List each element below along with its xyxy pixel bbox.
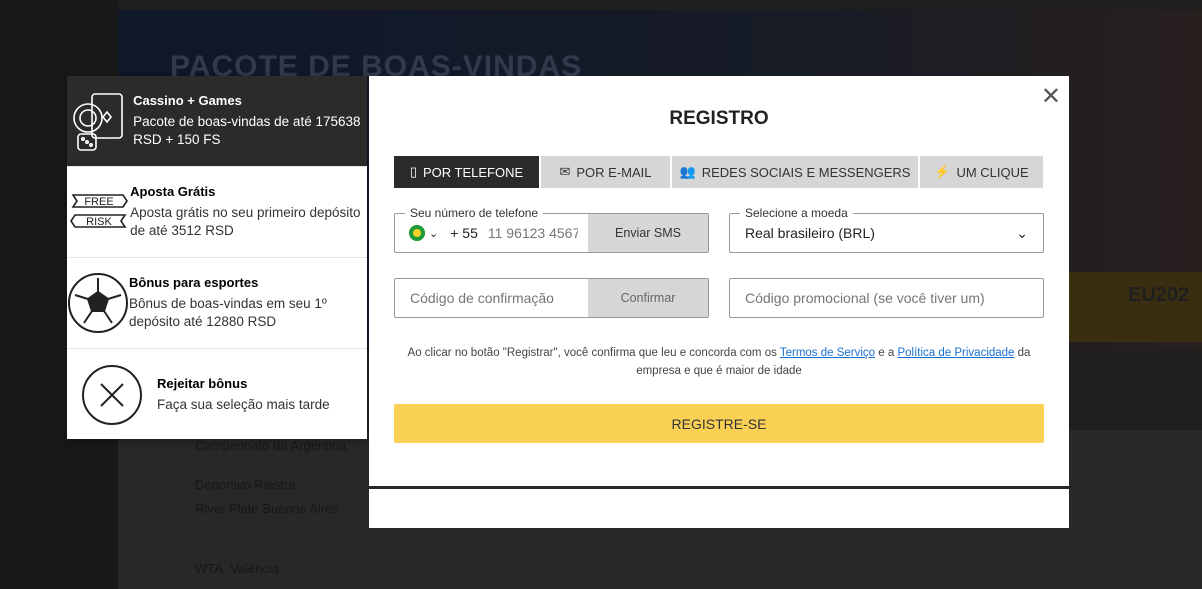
tab-label: POR TELEFONE — [422, 164, 524, 180]
tab-phone[interactable]: ▯ POR TELEFONE — [394, 156, 539, 188]
currency-value: Real brasileiro (BRL) — [745, 225, 875, 241]
bonus-title: Cassino + Games — [133, 93, 242, 108]
users-icon: 👥 — [679, 164, 696, 179]
registration-tabs: ▯ POR TELEFONE ✉ POR E-MAIL 👥 REDES SOCIAIS… — [394, 156, 1043, 188]
soccer-ball-icon — [67, 272, 129, 334]
bonus-free-bet[interactable]: FREE RISK Aposta Grátis Aposta grátis no s… — [67, 167, 367, 258]
promo-code-field — [729, 278, 1044, 318]
brazil-flag-icon — [409, 225, 425, 241]
bonus-desc: Aposta grátis no seu primeiro depósito d… — [130, 205, 361, 238]
tab-label: REDES SOCIAIS E MESSENGERS — [701, 164, 911, 180]
country-code: + 55 — [450, 225, 478, 241]
modal-title: REGISTRO — [669, 108, 769, 129]
bonus-desc: Pacote de boas-vindas de até 175638 RSD … — [133, 114, 361, 147]
bonus-panel: Cassino + Games Pacote de boas-vindas de … — [67, 76, 367, 439]
terms-link[interactable]: Termos de Serviço — [780, 347, 875, 359]
envelope-icon: ✉ — [559, 164, 571, 179]
bonus-casino[interactable]: Cassino + Games Pacote de boas-vindas de … — [67, 76, 367, 167]
send-sms-button[interactable]: Enviar SMS — [588, 214, 708, 252]
lightning-icon: ⚡ — [934, 164, 951, 179]
privacy-link[interactable]: Política de Privacidade — [897, 347, 1014, 359]
terms-pre: Ao clicar no botão "Registrar", você con… — [407, 347, 780, 359]
tab-label: POR E-MAIL — [576, 164, 652, 180]
phone-icon: ▯ — [409, 164, 417, 179]
chevron-down-icon: ⌄ — [1016, 224, 1028, 241]
confirmation-code-field: Confirmar — [394, 278, 709, 318]
chevron-down-icon: ⌄ — [429, 227, 439, 240]
casino-icon — [67, 90, 133, 152]
free-risk-icon: FREE RISK — [67, 192, 130, 232]
promo-code-input[interactable] — [745, 290, 1035, 306]
bonus-desc: Faça sua seleção mais tarde — [157, 396, 330, 412]
bonus-reject[interactable]: Rejeitar bônus Faça sua seleção mais tard… — [67, 349, 367, 440]
bonus-sports[interactable]: Bônus para esportes Bônus de boas-vindas … — [67, 258, 367, 349]
bonus-title: Rejeitar bônus — [157, 375, 248, 391]
tab-label: UM CLIQUE — [956, 164, 1029, 180]
tab-email[interactable]: ✉ POR E-MAIL — [541, 156, 670, 188]
phone-field: Seu número de telefone ⌄ + 55 Enviar SMS — [394, 206, 709, 253]
reject-icon — [67, 364, 157, 426]
modal-footer — [369, 489, 1069, 528]
bonus-desc: Bônus de boas-vindas em seu 1º depósito … — [129, 296, 327, 329]
country-select[interactable]: ⌄ — [409, 225, 438, 241]
bonus-title: Aposta Grátis — [130, 184, 216, 199]
confirmation-code-input[interactable] — [410, 290, 585, 306]
phone-legend: Seu número de telefone — [405, 206, 544, 220]
bonus-title: Bônus para esportes — [129, 275, 259, 290]
phone-input[interactable] — [487, 225, 578, 241]
svg-text:FREE: FREE — [84, 196, 113, 208]
terms-mid: e a — [875, 347, 898, 359]
terms-text: Ao clicar no botão "Registrar", você con… — [394, 344, 1044, 380]
close-icon[interactable]: ✕ — [1041, 82, 1061, 111]
register-button[interactable]: REGISTRE-SE — [394, 404, 1044, 443]
confirm-button[interactable]: Confirmar — [588, 279, 708, 317]
svg-text:RISK: RISK — [86, 216, 112, 228]
registration-modal: ✕ REGISTRO ▯ POR TELEFONE ✉ POR E-MAIL 👥 RE… — [369, 76, 1069, 486]
currency-legend: Selecione a moeda — [740, 206, 853, 220]
tab-one-click[interactable]: ⚡ UM CLIQUE — [920, 156, 1043, 188]
tab-social[interactable]: 👥 REDES SOCIAIS E MESSENGERS — [672, 156, 918, 188]
currency-select[interactable]: Selecione a moeda Real brasileiro (BRL) … — [729, 206, 1044, 253]
